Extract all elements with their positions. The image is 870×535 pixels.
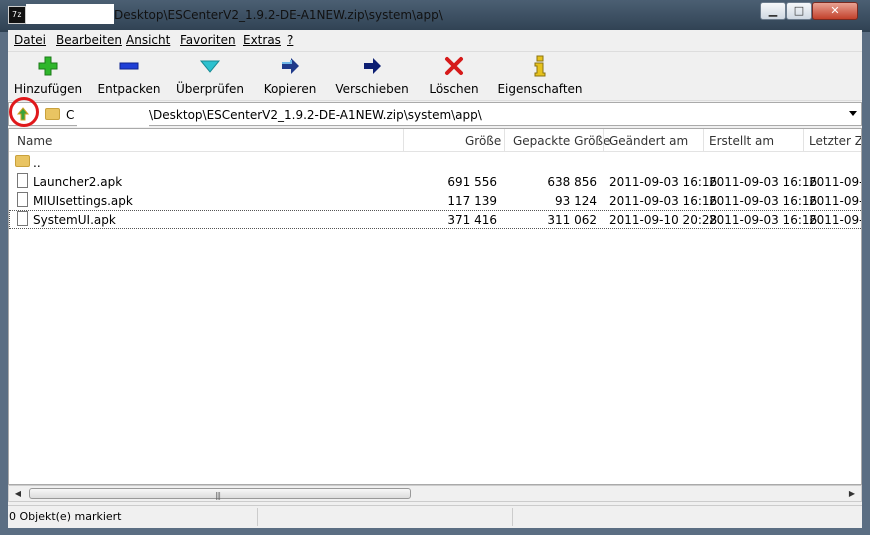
check-icon — [199, 60, 221, 73]
row-created: 2011-09-03 16:16 — [709, 213, 818, 227]
grip-icon: ||| — [215, 491, 221, 500]
client-area: Datei Bearbeiten Ansicht Favoriten Extra… — [8, 30, 862, 528]
row-name: .. — [33, 156, 41, 170]
add-label: Hinzufügen — [13, 82, 83, 96]
test-button[interactable]: Überprüfen — [174, 52, 246, 100]
column-separator[interactable] — [403, 129, 404, 151]
row-size: 371 416 — [447, 213, 497, 227]
menu-bearbeiten[interactable]: Bearbeiten — [56, 33, 122, 47]
window-title: Desktop\ESCenterV2_1.9.2-DE-A1NEW.zip\sy… — [114, 8, 443, 22]
column-modified[interactable]: Geändert am — [609, 134, 688, 148]
copy-arrow-icon — [282, 58, 299, 74]
row-created: 2011-09-03 16:16 — [709, 194, 818, 208]
test-label: Überprüfen — [175, 82, 245, 96]
app-window: 7z Desktop\ESCenterV2_1.9.2-DE-A1NEW.zip… — [0, 0, 870, 535]
copy-button[interactable]: Kopieren — [258, 52, 322, 100]
close-icon: ✕ — [830, 4, 840, 17]
row-modified: 2011-09-10 20:28 — [609, 213, 718, 227]
menu-help[interactable]: ? — [287, 33, 293, 47]
row-name: MIUIsettings.apk — [33, 194, 133, 208]
address-bar[interactable]: C \Desktop\ESCenterV2_1.9.2-DE-A1NEW.zip… — [8, 97, 862, 127]
info-icon — [534, 55, 546, 77]
toolbar: Hinzufügen Entpacken Überprüfen Kopieren… — [8, 51, 862, 101]
table-row[interactable]: SystemUI.apk 371 416 311 062 2011-09-10 … — [9, 210, 861, 229]
menu-datei[interactable]: Datei — [14, 33, 46, 47]
column-separator[interactable] — [703, 129, 704, 151]
plus-icon — [38, 56, 58, 76]
minimize-button[interactable]: ▁ — [760, 2, 786, 20]
column-size[interactable]: Größe — [465, 134, 501, 148]
file-icon — [17, 192, 28, 207]
row-accessed: 2011-09-1 — [809, 213, 861, 227]
extract-button[interactable]: Entpacken — [94, 52, 164, 100]
folder-icon — [45, 108, 60, 120]
horizontal-scrollbar[interactable]: ◀ ||| ▶ — [8, 485, 862, 502]
status-panel — [258, 508, 513, 526]
row-created: 2011-09-03 16:16 — [709, 175, 818, 189]
7z-icon: 7z — [8, 6, 26, 24]
file-list[interactable]: Name Größe Gepackte Größe Geändert am Er… — [8, 128, 862, 485]
minimize-icon: ▁ — [768, 4, 778, 17]
delete-x-icon — [445, 57, 463, 75]
address-path[interactable]: \Desktop\ESCenterV2_1.9.2-DE-A1NEW.zip\s… — [149, 108, 482, 122]
minus-icon — [119, 62, 139, 70]
properties-label: Eigenschaften — [497, 82, 583, 96]
row-packed: 93 124 — [555, 194, 597, 208]
move-button[interactable]: Verschieben — [334, 52, 410, 100]
row-packed: 311 062 — [547, 213, 597, 227]
title-bar[interactable]: 7z Desktop\ESCenterV2_1.9.2-DE-A1NEW.zip… — [0, 0, 870, 32]
column-separator[interactable] — [504, 129, 505, 151]
column-header: Name Größe Gepackte Größe Geändert am Er… — [9, 129, 861, 152]
properties-button[interactable]: Eigenschaften — [496, 52, 584, 100]
maximize-button[interactable]: □ — [786, 2, 812, 20]
row-modified: 2011-09-03 16:16 — [609, 175, 718, 189]
row-name: SystemUI.apk — [33, 213, 116, 227]
column-created[interactable]: Erstellt am — [709, 134, 774, 148]
up-folder-icon[interactable] — [15, 106, 31, 122]
folder-icon — [15, 155, 30, 167]
column-separator[interactable] — [603, 129, 604, 151]
column-name[interactable]: Name — [17, 134, 52, 148]
copy-label: Kopieren — [263, 82, 317, 96]
row-size: 117 139 — [447, 194, 497, 208]
delete-label: Löschen — [429, 82, 479, 96]
scroll-right-icon[interactable]: ▶ — [845, 487, 859, 500]
extract-label: Entpacken — [97, 82, 161, 96]
table-row[interactable]: .. — [9, 153, 861, 172]
row-size: 691 556 — [447, 175, 497, 189]
add-button[interactable]: Hinzufügen — [12, 52, 84, 100]
menu-extras[interactable]: Extras — [243, 33, 281, 47]
table-row[interactable]: Launcher2.apk 691 556 638 856 2011-09-03… — [9, 172, 861, 191]
menu-ansicht[interactable]: Ansicht — [126, 33, 170, 47]
chevron-down-icon[interactable] — [849, 111, 857, 116]
file-icon — [17, 211, 28, 226]
move-label: Verschieben — [335, 82, 409, 96]
row-packed: 638 856 — [547, 175, 597, 189]
row-accessed: 2011-09-0 — [809, 194, 861, 208]
delete-button[interactable]: Löschen — [422, 52, 486, 100]
address-redaction — [77, 103, 149, 127]
title-redaction — [26, 4, 114, 24]
address-drive: C — [66, 108, 75, 122]
file-icon — [17, 173, 28, 188]
close-button[interactable]: ✕ — [812, 2, 858, 20]
move-arrow-icon — [364, 58, 381, 74]
status-selected: 0 Objekt(e) markiert — [8, 508, 258, 526]
scroll-left-icon[interactable]: ◀ — [11, 487, 25, 500]
row-name: Launcher2.apk — [33, 175, 123, 189]
column-packed-size[interactable]: Gepackte Größe — [513, 134, 610, 148]
table-row[interactable]: MIUIsettings.apk 117 139 93 124 2011-09-… — [9, 191, 861, 210]
menu-favoriten[interactable]: Favoriten — [180, 33, 236, 47]
status-bar: 0 Objekt(e) markiert — [8, 505, 862, 528]
row-modified: 2011-09-03 16:16 — [609, 194, 718, 208]
maximize-icon: □ — [793, 4, 805, 17]
scroll-thumb[interactable]: ||| — [29, 488, 411, 500]
column-separator[interactable] — [803, 129, 804, 151]
menu-bar: Datei Bearbeiten Ansicht Favoriten Extra… — [8, 30, 862, 50]
row-accessed: 2011-09-0 — [809, 175, 861, 189]
column-accessed[interactable]: Letzter Zu — [809, 134, 861, 148]
